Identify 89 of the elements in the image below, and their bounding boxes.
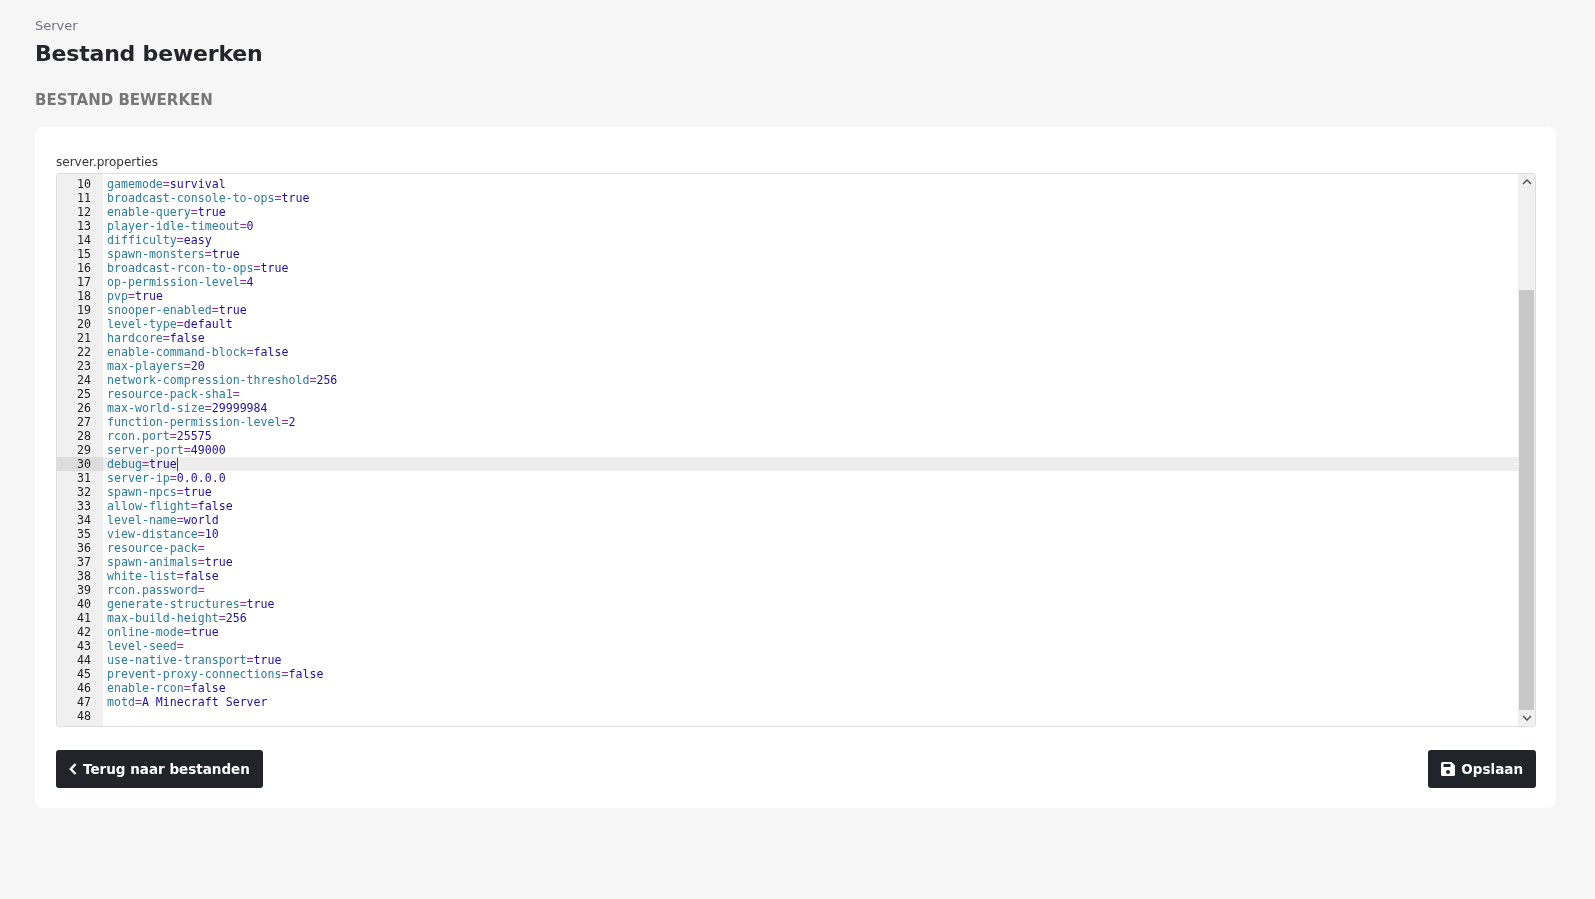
line-number: 43 [76, 639, 92, 653]
scroll-up-icon[interactable] [1521, 179, 1532, 185]
section-heading: BESTAND BEWERKEN [35, 91, 214, 109]
code-line: broadcast-rcon-to-ops=true [107, 261, 289, 275]
scrollbar[interactable] [1518, 174, 1535, 726]
save-button[interactable]: Opslaan [1428, 750, 1536, 788]
line-number: 17 [76, 275, 92, 289]
line-number: 28 [76, 429, 92, 443]
line-number: 10 [76, 177, 92, 191]
code-line: function-permission-level=2 [107, 415, 296, 429]
code-line: generate-structures=true [107, 597, 275, 611]
code-line: prevent-proxy-connections=false [107, 667, 324, 681]
page-title: Bestand bewerken [35, 41, 264, 66]
code-line: spawn-monsters=true [107, 247, 240, 261]
code-line: broadcast-console-to-ops=true [107, 191, 310, 205]
line-number: 25 [76, 387, 92, 401]
line-number: 31 [76, 471, 92, 485]
code-line: player-idle-timeout=0 [107, 219, 254, 233]
code-line: server-port=49000 [107, 443, 226, 457]
code-line: network-compression-threshold=256 [107, 373, 338, 387]
line-number: 20 [76, 317, 92, 331]
line-number: 14 [76, 233, 92, 247]
line-number: 40 [76, 597, 92, 611]
code-line: snooper-enabled=true [107, 303, 247, 317]
text-cursor [176, 457, 178, 471]
line-number: 16 [76, 261, 92, 275]
line-number: 37 [76, 555, 92, 569]
line-number: 39 [76, 583, 92, 597]
line-number: 44 [76, 653, 92, 667]
line-number: 27 [76, 415, 92, 429]
code-line: server-ip=0.0.0.0 [107, 471, 226, 485]
back-button[interactable]: Terug naar bestanden [56, 750, 263, 788]
line-number: 12 [76, 205, 92, 219]
scroll-down-icon[interactable] [1521, 715, 1532, 721]
line-number: 29 [76, 443, 92, 457]
line-number: 22 [76, 345, 92, 359]
code-line: rcon.port=25575 [107, 429, 212, 443]
code-line: allow-flight=false [107, 499, 233, 513]
line-number: 23 [76, 359, 92, 373]
code-line: white-list=false [107, 569, 219, 583]
line-number: 30 [57, 457, 103, 471]
line-number: 13 [76, 219, 92, 233]
line-number: 46 [76, 681, 92, 695]
code-line: pvp=true [107, 289, 163, 303]
line-number: 21 [76, 331, 92, 345]
code-line: enable-rcon=false [107, 681, 226, 695]
chevron-left-icon [69, 763, 77, 775]
line-number: 45 [76, 667, 92, 681]
code-line: hardcore=false [107, 331, 205, 345]
line-number: 34 [76, 513, 92, 527]
code-line: max-build-height=256 [107, 611, 247, 625]
line-number: 24 [76, 373, 92, 387]
line-number: 38 [76, 569, 92, 583]
code-line: max-world-size=29999984 [107, 401, 268, 415]
line-number: 15 [76, 247, 92, 261]
code-line: motd=A Minecraft Server [107, 695, 268, 709]
code-line: debug=true [107, 457, 177, 471]
code-line: op-permission-level=4 [107, 275, 254, 289]
code-line: enable-query=true [107, 205, 226, 219]
line-number: 41 [76, 611, 92, 625]
line-number: 26 [76, 401, 92, 415]
code-line: max-players=20 [107, 359, 205, 373]
code-line: online-mode=true [107, 625, 219, 639]
code-line: difficulty=easy [107, 233, 212, 247]
code-line: use-native-transport=true [107, 653, 282, 667]
code-line: resource-pack= [107, 541, 205, 555]
line-number: 11 [76, 191, 92, 205]
line-number: 18 [76, 289, 92, 303]
code-line: spawn-animals=true [107, 555, 233, 569]
line-number: 32 [76, 485, 92, 499]
code-line: resource-pack-sha1= [107, 387, 240, 401]
line-number: 33 [76, 499, 92, 513]
line-number: 35 [76, 527, 92, 541]
line-number: 36 [76, 541, 92, 555]
code-line: spawn-npcs=true [107, 485, 212, 499]
line-number: 47 [76, 695, 92, 709]
code-line: level-name=world [107, 513, 219, 527]
code-line: view-distance=10 [107, 527, 219, 541]
code-line: enable-command-block=false [107, 345, 289, 359]
line-number: 42 [76, 625, 92, 639]
code-line: level-type=default [107, 317, 233, 331]
file-name-label: server.properties [56, 155, 159, 169]
scrollbar-thumb[interactable] [1519, 290, 1534, 710]
code-line: level-seed= [107, 639, 184, 653]
line-number: 19 [76, 303, 92, 317]
line-number: 48 [76, 709, 92, 723]
breadcrumb: Server [35, 18, 79, 33]
code-line: gamemode=survival [107, 177, 226, 191]
code-line: rcon.password= [107, 583, 205, 597]
